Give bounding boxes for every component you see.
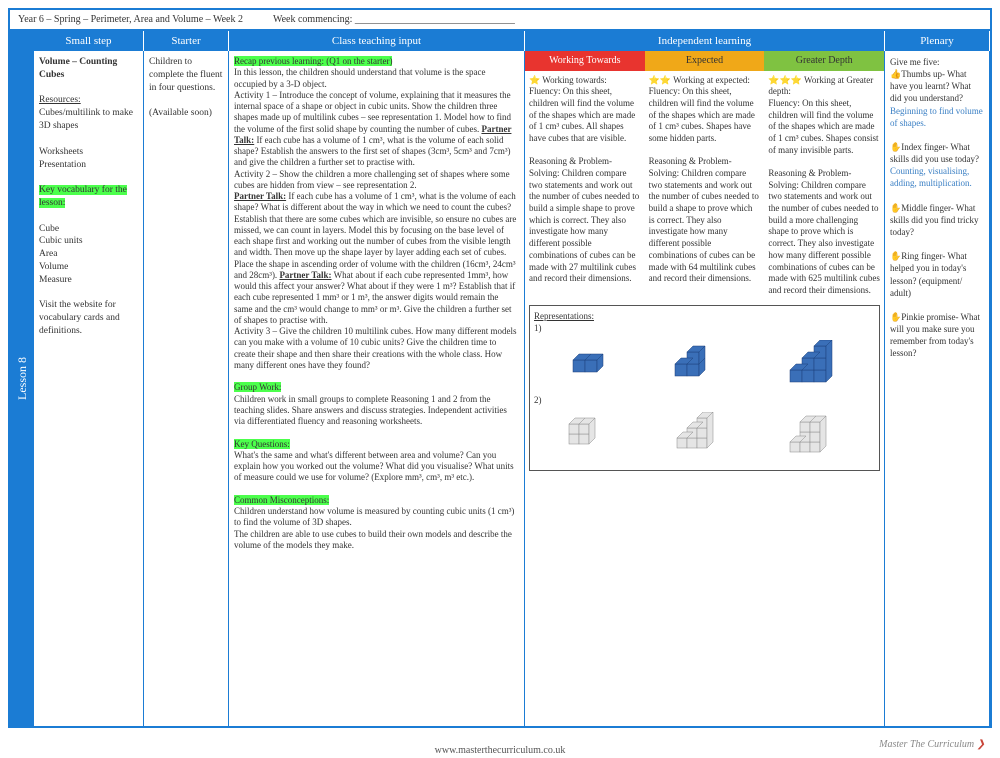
page-title: Year 6 – Spring – Perimeter, Area and Vo…: [18, 14, 243, 25]
gd-content: ⭐⭐⭐ Working at Greater depth: Fluency: O…: [764, 71, 884, 301]
starter-cell: Children to complete the fluent in four …: [144, 51, 229, 726]
brand-logo: Master The Curriculum ❯: [879, 739, 985, 750]
col-independent: Independent learning: [525, 31, 885, 51]
small-step-cell: Volume – Counting Cubes Resources: Cubes…: [34, 51, 144, 726]
lesson-plan-page: Year 6 – Spring – Perimeter, Area and Vo…: [8, 8, 992, 728]
ex-content: ⭐⭐ Working at expected: Fluency: On this…: [645, 71, 765, 301]
plenary-cell: Give me five: 👍Thumbs up- What have you …: [885, 51, 990, 726]
col-small-step: Small step: [34, 31, 144, 51]
cube-shape-icon: [563, 412, 613, 454]
column-headers: Small step Starter Class teaching input …: [34, 31, 990, 51]
cube-row-1: [534, 334, 875, 394]
cube-shape-icon: [786, 340, 846, 388]
wt-header: Working Towards: [525, 51, 645, 71]
independent-cell: Working Towards Expected Greater Depth ⭐…: [525, 51, 885, 726]
il-sub-headers: Working Towards Expected Greater Depth: [525, 51, 884, 71]
ex-header: Expected: [645, 51, 765, 71]
cube-row-2: [534, 406, 875, 466]
cube-shape-icon: [669, 340, 724, 382]
representations-box: Representations: 1) 2): [529, 305, 880, 471]
wt-content: ⭐ Working towards: Fluency: On this shee…: [525, 71, 645, 301]
cube-shape-icon: [563, 340, 608, 378]
cube-shape-icon: [673, 412, 728, 457]
header-bar: Year 6 – Spring – Perimeter, Area and Vo…: [10, 10, 990, 31]
col-plenary: Plenary: [885, 31, 990, 51]
col-teaching: Class teaching input: [229, 31, 525, 51]
cube-shape-icon: [788, 412, 846, 460]
week-commencing: Week commencing: _______________________…: [273, 14, 515, 25]
lesson-tab: Lesson 8: [10, 31, 34, 726]
col-starter: Starter: [144, 31, 229, 51]
teaching-cell: Recap previous learning: (Q1 on the star…: [229, 51, 525, 726]
footer-url: www.masterthecurriculum.co.uk: [0, 745, 1000, 756]
gd-header: Greater Depth: [764, 51, 884, 71]
